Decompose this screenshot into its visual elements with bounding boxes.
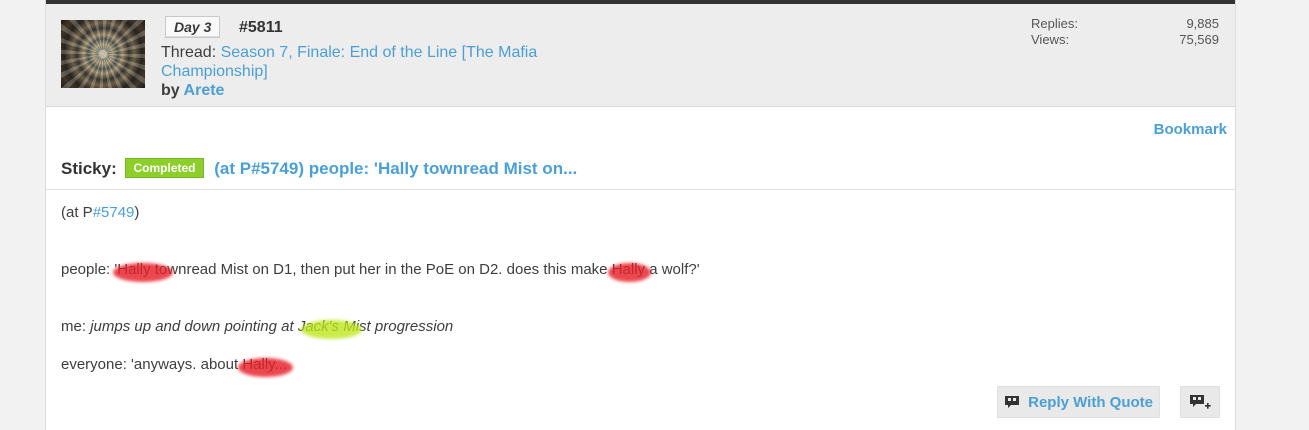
sticky-label: Sticky: (61, 159, 117, 178)
text-segment: a wolf?' (645, 261, 700, 278)
post-title[interactable]: (at P#5749) people: 'Hally townread Mist… (214, 159, 577, 178)
views-value: 75,569 (1179, 32, 1219, 47)
status-badge: Completed (125, 158, 204, 178)
post-line-2: people: 'Hally townread Mist on D1, then… (61, 261, 700, 278)
thread-title-link[interactable]: Season 7, Finale: End of the Line [The M… (161, 44, 537, 80)
post-reference-link[interactable]: #5749 (93, 204, 135, 221)
reply-with-quote-label: Reply With Quote (1028, 393, 1153, 411)
highlight-mark: ack's M (305, 318, 356, 335)
redaction-mark: Hally... (242, 356, 288, 373)
divider (46, 189, 1235, 190)
text-segment: me: (61, 318, 91, 335)
redaction-mark: Hally to (117, 261, 168, 278)
by-line: by Arete (161, 82, 224, 100)
italic-segment: ist progression (355, 318, 454, 335)
post-title-row: Sticky: Completed (at P#5749) people: 'H… (61, 158, 577, 179)
replies-value: 9,885 (1186, 16, 1219, 31)
views-label: Views: (1031, 32, 1070, 47)
multiquote-icon (1189, 394, 1211, 410)
redaction-mark: Hally (611, 261, 646, 278)
text-segment: wnread Mist on D1, then put her in the P… (167, 261, 612, 278)
reply-with-quote-button[interactable]: Reply With Quote (997, 386, 1160, 418)
views-row: Views: 75,569 (1031, 32, 1219, 48)
thread-header: Day 3 #5811 Thread: Season 7, Finale: En… (46, 4, 1235, 107)
post-actions: Reply With Quote (997, 386, 1220, 418)
italic-segment: jumps up and down pointing at J (90, 318, 306, 335)
text-segment: everyone: 'anyways. about (61, 356, 243, 373)
avatar[interactable] (61, 20, 145, 88)
author-link[interactable]: Arete (184, 82, 225, 99)
thread-stats: Replies: 9,885 Views: 75,569 (1031, 16, 1219, 48)
post-number[interactable]: #5811 (239, 19, 283, 37)
bookmark-link[interactable]: Bookmark (1154, 121, 1227, 138)
post-container: Day 3 #5811 Thread: Season 7, Finale: En… (45, 0, 1236, 430)
multiquote-button[interactable] (1180, 386, 1220, 418)
thread-prefix: Thread: (161, 44, 217, 61)
post-line-3: me: jumps up and down pointing at Jack's… (61, 318, 453, 335)
post-line-1: (at P#5749) (61, 204, 139, 221)
by-prefix: by (161, 82, 180, 99)
replies-row: Replies: 9,885 (1031, 16, 1219, 32)
thread-line: Thread: Season 7, Finale: End of the Lin… (161, 43, 581, 81)
text-segment: people: ' (61, 261, 118, 278)
text-segment: (at P (61, 204, 93, 221)
post-line-4: everyone: 'anyways. about Hally... (61, 356, 287, 373)
text-segment: ) (134, 204, 140, 221)
replies-label: Replies: (1031, 16, 1078, 31)
day-badge: Day 3 (165, 16, 221, 38)
quote-icon (1004, 395, 1020, 409)
